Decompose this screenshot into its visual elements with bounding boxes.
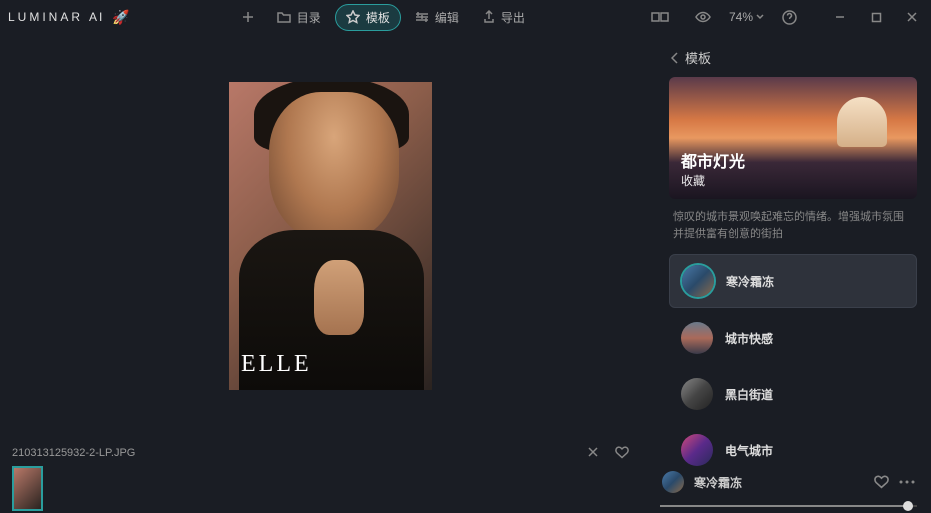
zoom-dropdown[interactable]: 74% <box>729 10 764 24</box>
templates-tab[interactable]: 模板 <box>335 4 401 31</box>
reject-button[interactable] <box>587 446 599 459</box>
template-item-cold-frost[interactable]: 寒冷霜冻 <box>669 254 917 308</box>
eye-button[interactable] <box>687 7 719 27</box>
zoom-value: 74% <box>729 10 753 24</box>
app-logo: LUMINAR AI 🚀 <box>8 9 133 26</box>
applied-thumbnail-icon <box>662 471 684 493</box>
favorite-button[interactable] <box>615 446 629 459</box>
template-label: 城市快感 <box>725 330 773 347</box>
template-item-city-thrill[interactable]: 城市快感 <box>669 312 917 364</box>
canvas-area: ELLE 210313125932-2-LP.JPG <box>0 34 661 513</box>
add-button[interactable] <box>233 6 263 28</box>
back-button[interactable]: 模板 <box>669 42 917 77</box>
app-name: LUMINAR <box>8 10 83 24</box>
catalog-tab[interactable]: 目录 <box>267 5 331 30</box>
export-tab[interactable]: 导出 <box>473 5 535 30</box>
templates-label: 模板 <box>366 9 390 26</box>
template-label: 寒冷霜冻 <box>726 273 774 290</box>
filmstrip-thumbnail[interactable] <box>12 466 43 511</box>
minimize-button[interactable] <box>829 6 851 28</box>
export-label: 导出 <box>501 9 525 26</box>
rocket-icon: 🚀 <box>112 9 132 26</box>
edit-tab[interactable]: 编辑 <box>405 5 469 30</box>
template-label: 黑白街道 <box>725 386 773 403</box>
compare-button[interactable] <box>643 8 677 26</box>
applied-template-label: 寒冷霜冻 <box>694 474 742 491</box>
help-button[interactable] <box>774 6 805 29</box>
applied-more-button[interactable] <box>899 480 915 484</box>
collection-title: 都市灯光 <box>681 148 745 172</box>
collection-description: 惊叹的城市景观唤起难忘的情绪。增强城市氛围并提供富有创意的街拍 <box>669 199 917 254</box>
watermark: ELLE <box>241 351 312 378</box>
applied-favorite-button[interactable] <box>874 475 889 489</box>
template-thumbnail-icon <box>681 322 713 354</box>
template-thumbnail-icon <box>682 265 714 297</box>
template-label: 电气城市 <box>725 442 773 459</box>
app-suffix: AI <box>89 10 104 24</box>
template-item-bw-street[interactable]: 黑白街道 <box>669 368 917 420</box>
filename-label: 210313125932-2-LP.JPG <box>12 447 135 459</box>
template-thumbnail-icon <box>681 434 713 466</box>
intensity-slider[interactable] <box>660 505 917 507</box>
template-thumbnail-icon <box>681 378 713 410</box>
slider-knob[interactable] <box>903 501 913 511</box>
back-label: 模板 <box>685 48 711 67</box>
collection-subtitle: 收藏 <box>681 172 745 189</box>
close-button[interactable] <box>901 6 923 28</box>
image-preview[interactable]: ELLE <box>229 82 432 390</box>
catalog-label: 目录 <box>297 9 321 26</box>
edit-label: 编辑 <box>435 9 459 26</box>
maximize-button[interactable] <box>865 6 887 28</box>
collection-hero[interactable]: 都市灯光 收藏 <box>669 77 917 199</box>
